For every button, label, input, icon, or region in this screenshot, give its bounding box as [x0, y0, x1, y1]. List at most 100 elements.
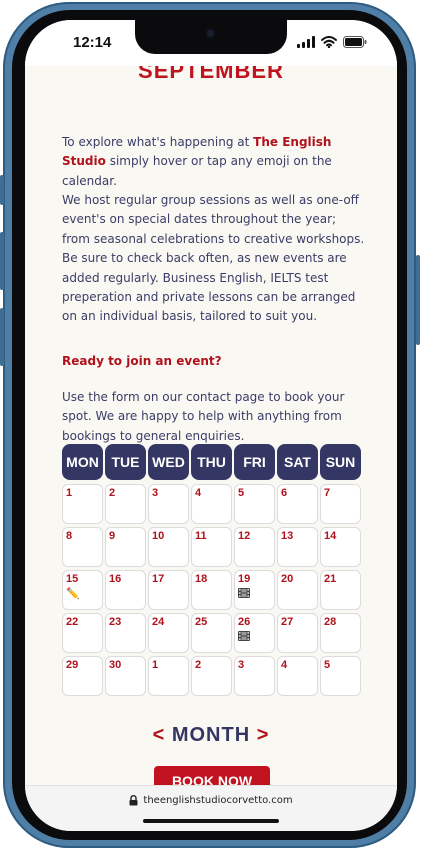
day-number: 4	[281, 659, 288, 671]
day-number: 18	[195, 573, 208, 585]
volume-down-button	[0, 308, 4, 366]
calendar-day-cell[interactable]: 24	[148, 613, 189, 653]
film-icon[interactable]	[238, 588, 250, 598]
day-number: 12	[238, 530, 251, 542]
calendar-day-cell[interactable]: 3	[234, 656, 275, 696]
day-number: 25	[195, 616, 208, 628]
calendar-day-cell[interactable]: 27	[277, 613, 318, 653]
calendar-day-cell[interactable]: 10	[148, 527, 189, 567]
day-number: 3	[152, 487, 159, 499]
day-number: 11	[195, 530, 207, 542]
calendar-day-cell[interactable]: 3	[148, 484, 189, 524]
calendar-day-cell[interactable]: 14	[320, 527, 361, 567]
dynamic-island	[135, 20, 287, 54]
calendar-day-cell[interactable]: 8	[62, 527, 103, 567]
calendar-day-cell[interactable]: 29	[62, 656, 103, 696]
page-content: SEPTEMBER To explore what's happening at…	[25, 66, 397, 785]
calendar-day-cell[interactable]: 12	[234, 527, 275, 567]
day-number: 2	[195, 659, 202, 671]
description-paragraph: We host regular group sessions as well a…	[62, 193, 365, 324]
calendar-day-cell[interactable]: 5	[320, 656, 361, 696]
calendar-day-cell[interactable]: 11	[191, 527, 232, 567]
month-nav-label: MONTH	[171, 724, 251, 746]
day-number: 10	[152, 530, 165, 542]
day-number: 20	[281, 573, 294, 585]
day-number: 27	[281, 616, 294, 628]
calendar-day-cell[interactable]: 1	[148, 656, 189, 696]
weekday-thu: THU	[191, 444, 232, 480]
browser-url-bar[interactable]: theenglishstudiocorvetto.com	[25, 785, 397, 831]
day-number: 19	[238, 573, 251, 585]
day-number: 16	[109, 573, 122, 585]
intro-paragraph: To explore what's happening at The Engli…	[62, 133, 367, 191]
status-time: 12:14	[73, 34, 112, 51]
status-icons	[297, 36, 367, 48]
day-number: 17	[152, 573, 165, 585]
weekday-wed: WED	[148, 444, 189, 480]
calendar-day-cell[interactable]: 7	[320, 484, 361, 524]
day-number: 5	[238, 487, 245, 499]
prev-month-button[interactable]: <	[153, 724, 166, 746]
calendar-day-cell[interactable]: 21	[320, 570, 361, 610]
day-number: 26	[238, 616, 251, 628]
calendar-day-cell[interactable]: 18	[191, 570, 232, 610]
pencil-icon[interactable]: ✏️	[66, 588, 80, 599]
day-number: 13	[281, 530, 294, 542]
calendar-day-cell[interactable]: 22	[62, 613, 103, 653]
weekday-mon: MON	[62, 444, 103, 480]
url-display[interactable]: theenglishstudiocorvetto.com	[25, 795, 397, 806]
calendar-day-cell[interactable]: 4	[191, 484, 232, 524]
calendar-day-cell[interactable]: 23	[105, 613, 146, 653]
status-bar: 12:14	[25, 20, 397, 66]
day-number: 1	[66, 487, 73, 499]
weekday-tue: TUE	[105, 444, 146, 480]
cta-paragraph: Use the form on our contact page to book…	[62, 390, 345, 443]
film-icon[interactable]	[238, 631, 250, 641]
calendar-weekday-header: MON TUE WED THU FRI SAT SUN	[62, 444, 363, 480]
volume-up-button	[0, 232, 4, 290]
cta-heading: Ready to join an event?	[62, 354, 222, 368]
url-text: theenglishstudiocorvetto.com	[143, 795, 293, 806]
calendar-day-cell[interactable]: 15 ✏️	[62, 570, 103, 610]
calendar-day-cell[interactable]: 20	[277, 570, 318, 610]
day-number: 3	[238, 659, 245, 671]
day-number: 29	[66, 659, 79, 671]
day-number: 22	[66, 616, 79, 628]
day-number: 1	[152, 659, 159, 671]
calendar-day-cell[interactable]: 28	[320, 613, 361, 653]
calendar-day-cell[interactable]: 13	[277, 527, 318, 567]
calendar-day-cell[interactable]: 4	[277, 656, 318, 696]
day-number: 14	[324, 530, 337, 542]
calendar-day-cell[interactable]: 26	[234, 613, 275, 653]
calendar-day-cell[interactable]: 16	[105, 570, 146, 610]
calendar-day-cell[interactable]: 25	[191, 613, 232, 653]
next-month-button[interactable]: >	[257, 724, 270, 746]
battery-icon	[343, 36, 367, 48]
day-number: 6	[281, 487, 288, 499]
book-now-button[interactable]: BOOK NOW	[154, 766, 270, 785]
calendar-day-cell[interactable]: 6	[277, 484, 318, 524]
day-number: 28	[324, 616, 337, 628]
calendar-day-cell[interactable]: 9	[105, 527, 146, 567]
calendar-day-cell[interactable]: 19	[234, 570, 275, 610]
weekday-sun: SUN	[320, 444, 361, 480]
day-number: 4	[195, 487, 202, 499]
calendar-day-cell[interactable]: 1	[62, 484, 103, 524]
day-number: 21	[324, 573, 337, 585]
signal-icon	[297, 36, 315, 48]
calendar-day-cell[interactable]: 5	[234, 484, 275, 524]
wifi-icon	[321, 36, 337, 48]
calendar-day-cell[interactable]: 30	[105, 656, 146, 696]
silent-switch	[0, 175, 4, 205]
home-indicator[interactable]	[143, 819, 279, 823]
day-number: 23	[109, 616, 122, 628]
calendar-day-cell[interactable]: 2	[191, 656, 232, 696]
camera-icon	[205, 28, 216, 39]
calendar-day-cell[interactable]: 2	[105, 484, 146, 524]
weekday-sat: SAT	[277, 444, 318, 480]
day-number: 30	[109, 659, 122, 671]
calendar-day-cell[interactable]: 17	[148, 570, 189, 610]
day-number: 8	[66, 530, 73, 542]
day-number: 24	[152, 616, 165, 628]
month-navigation: < MONTH >	[25, 724, 397, 747]
